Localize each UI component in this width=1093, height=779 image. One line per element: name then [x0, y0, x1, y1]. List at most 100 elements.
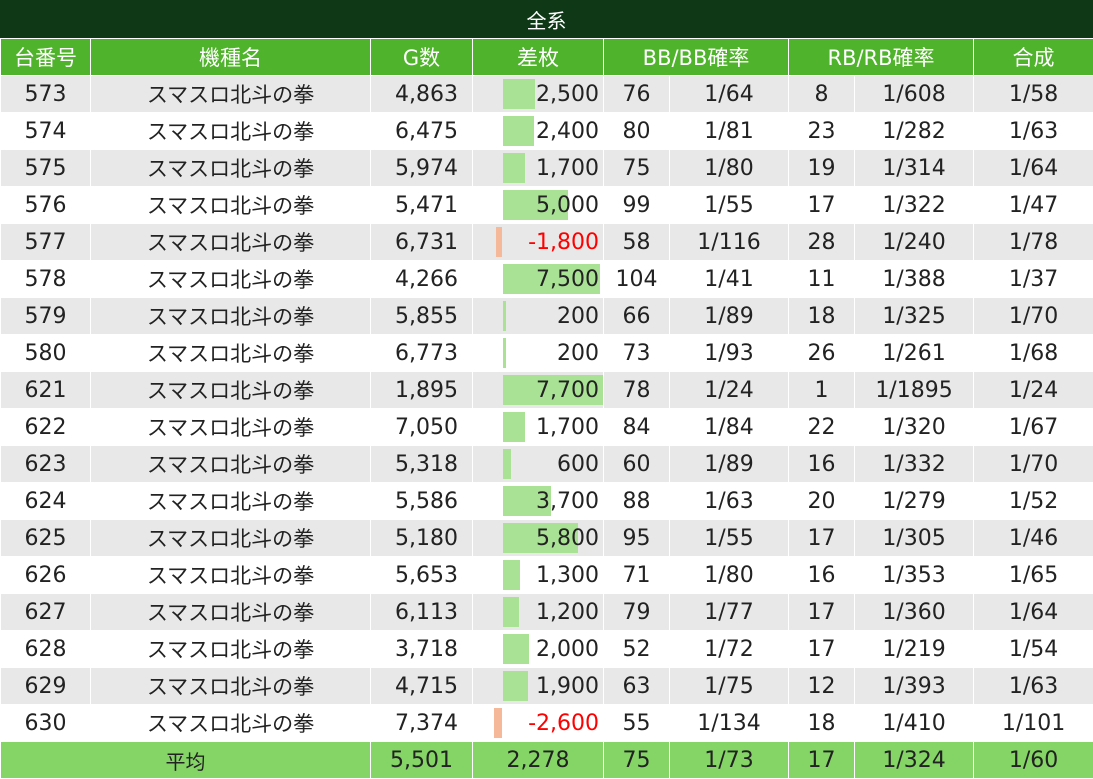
table-row: 621スマスロ北斗の拳1,8957,700781/2411/18951/24	[1, 372, 1093, 409]
cell-diff: 200	[473, 335, 604, 372]
diff-bar-positive	[503, 116, 534, 146]
cell-model: スマスロ北斗の拳	[91, 150, 371, 187]
cell-bb: 80	[604, 113, 670, 150]
cell-rb: 26	[789, 335, 855, 372]
cell-total: 1/47	[974, 187, 1093, 224]
diff-value: 200	[557, 298, 599, 334]
cell-games: 6,113	[371, 594, 473, 631]
cell-rb-rate: 1/320	[855, 409, 974, 446]
diff-value: 7,500	[536, 261, 599, 297]
table-row: 576スマスロ北斗の拳5,4715,000991/55171/3221/47	[1, 187, 1093, 224]
diff-bar-negative	[496, 227, 502, 257]
cell-model: スマスロ北斗の拳	[91, 705, 371, 742]
diff-value: 3,700	[536, 483, 599, 519]
cell-rb: 17	[789, 520, 855, 557]
table-row: 625スマスロ北斗の拳5,1805,800951/55171/3051/46	[1, 520, 1093, 557]
cell-total: 1/58	[974, 76, 1093, 113]
cell-rb: 17	[789, 187, 855, 224]
header-model: 機種名	[91, 39, 371, 76]
cell-bb-rate: 1/72	[670, 631, 789, 668]
diff-bar-positive	[503, 338, 506, 368]
cell-diff: -2,600	[473, 705, 604, 742]
cell-unit: 621	[1, 372, 91, 409]
diff-value: 1,200	[536, 594, 599, 630]
cell-bb-rate: 1/80	[670, 557, 789, 594]
cell-unit: 629	[1, 668, 91, 705]
slot-data-table: 台番号 機種名 G数 差枚 BB/BB確率 RB/RB確率 合成 573スマスロ…	[0, 38, 1093, 779]
cell-rb: 16	[789, 446, 855, 483]
table-row: 626スマスロ北斗の拳5,6531,300711/80161/3531/65	[1, 557, 1093, 594]
cell-bb-rate: 1/89	[670, 446, 789, 483]
cell-bb: 88	[604, 483, 670, 520]
header-row: 台番号 機種名 G数 差枚 BB/BB確率 RB/RB確率 合成	[1, 39, 1093, 76]
cell-bb: 75	[604, 150, 670, 187]
cell-bb-rate: 1/77	[670, 594, 789, 631]
table-row: 577スマスロ北斗の拳6,731-1,800581/116281/2401/78	[1, 224, 1093, 261]
cell-games: 5,586	[371, 483, 473, 520]
average-label: 平均	[1, 742, 371, 779]
cell-rb: 11	[789, 261, 855, 298]
table-row: 578スマスロ北斗の拳4,2667,5001041/41111/3881/37	[1, 261, 1093, 298]
cell-games: 6,773	[371, 335, 473, 372]
cell-rb: 23	[789, 113, 855, 150]
cell-rb: 18	[789, 298, 855, 335]
cell-diff: 2,000	[473, 631, 604, 668]
cell-games: 5,855	[371, 298, 473, 335]
cell-model: スマスロ北斗の拳	[91, 372, 371, 409]
cell-bb: 99	[604, 187, 670, 224]
average-total: 1/60	[974, 742, 1093, 779]
cell-bb: 76	[604, 76, 670, 113]
diff-bar-positive	[503, 597, 519, 627]
cell-rb-rate: 1/393	[855, 668, 974, 705]
cell-rb-rate: 1/219	[855, 631, 974, 668]
cell-bb-rate: 1/116	[670, 224, 789, 261]
cell-bb-rate: 1/75	[670, 668, 789, 705]
cell-rb-rate: 1/279	[855, 483, 974, 520]
cell-bb: 63	[604, 668, 670, 705]
diff-value: -2,600	[528, 705, 599, 741]
table-row: 575スマスロ北斗の拳5,9741,700751/80191/3141/64	[1, 150, 1093, 187]
average-rb-rate: 1/324	[855, 742, 974, 779]
cell-diff: 3,700	[473, 483, 604, 520]
cell-bb-rate: 1/55	[670, 187, 789, 224]
cell-diff: 2,400	[473, 113, 604, 150]
cell-games: 6,731	[371, 224, 473, 261]
cell-model: スマスロ北斗の拳	[91, 409, 371, 446]
cell-model: スマスロ北斗の拳	[91, 113, 371, 150]
cell-diff: 7,700	[473, 372, 604, 409]
table-row: 627スマスロ北斗の拳6,1131,200791/77171/3601/64	[1, 594, 1093, 631]
cell-bb: 71	[604, 557, 670, 594]
table-body: 573スマスロ北斗の拳4,8632,500761/6481/6081/58574…	[1, 76, 1093, 742]
cell-diff: 2,500	[473, 76, 604, 113]
cell-unit: 628	[1, 631, 91, 668]
cell-total: 1/64	[974, 594, 1093, 631]
diff-value: 2,000	[536, 631, 599, 667]
cell-model: スマスロ北斗の拳	[91, 261, 371, 298]
cell-bb: 58	[604, 224, 670, 261]
cell-diff: 1,700	[473, 150, 604, 187]
cell-rb-rate: 1/261	[855, 335, 974, 372]
cell-total: 1/101	[974, 705, 1093, 742]
cell-bb: 104	[604, 261, 670, 298]
cell-bb: 79	[604, 594, 670, 631]
cell-diff: 1,700	[473, 409, 604, 446]
header-total: 合成	[974, 39, 1093, 76]
cell-total: 1/78	[974, 224, 1093, 261]
table-row: 624スマスロ北斗の拳5,5863,700881/63201/2791/52	[1, 483, 1093, 520]
diff-value: 200	[557, 335, 599, 371]
cell-rb-rate: 1/240	[855, 224, 974, 261]
cell-model: スマスロ北斗の拳	[91, 298, 371, 335]
cell-rb: 12	[789, 668, 855, 705]
cell-unit: 627	[1, 594, 91, 631]
cell-games: 5,974	[371, 150, 473, 187]
cell-unit: 578	[1, 261, 91, 298]
diff-bar-positive	[503, 634, 529, 664]
cell-unit: 577	[1, 224, 91, 261]
cell-total: 1/68	[974, 335, 1093, 372]
diff-value: 7,700	[536, 372, 599, 408]
diff-value: 5,000	[536, 187, 599, 223]
cell-bb: 95	[604, 520, 670, 557]
average-rb: 17	[789, 742, 855, 779]
cell-rb: 17	[789, 594, 855, 631]
cell-total: 1/64	[974, 150, 1093, 187]
